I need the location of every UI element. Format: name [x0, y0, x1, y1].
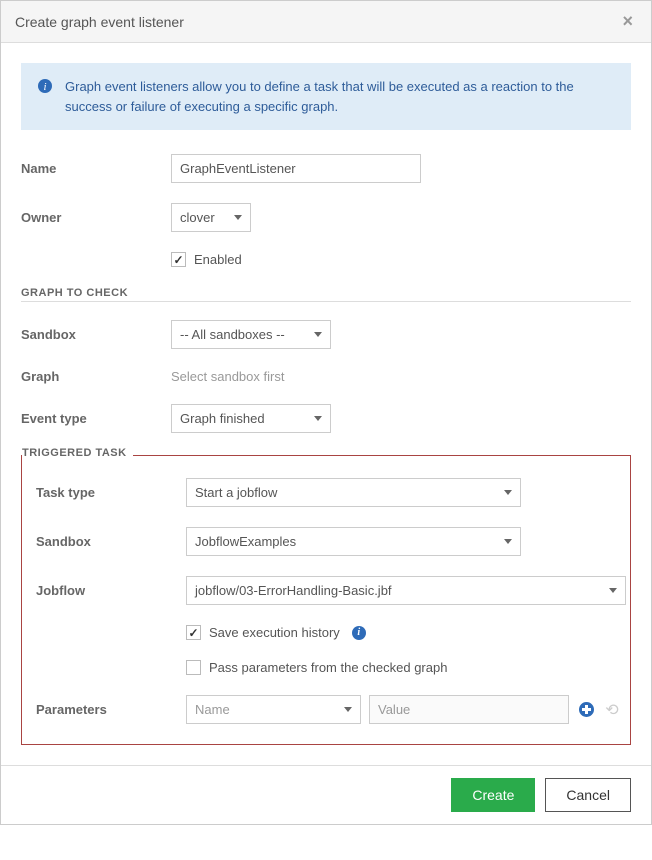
event-type-value: Graph finished	[180, 411, 265, 426]
jobflow-select[interactable]: jobflow/03-ErrorHandling-Basic.jbf	[186, 576, 626, 605]
chevron-down-icon	[609, 588, 617, 593]
graph-value: Select sandbox first	[171, 369, 284, 384]
row-event-type: Event type Graph finished	[21, 404, 631, 433]
enabled-checkbox[interactable]	[171, 252, 186, 267]
task-type-value: Start a jobflow	[195, 485, 277, 500]
row-name: Name	[21, 154, 631, 183]
row-task-sandbox: Sandbox JobflowExamples	[36, 527, 616, 556]
chevron-down-icon	[314, 416, 322, 421]
task-type-label: Task type	[36, 485, 186, 500]
task-type-select[interactable]: Start a jobflow	[186, 478, 521, 507]
row-pass-params: Pass parameters from the checked graph	[36, 660, 616, 675]
cancel-button[interactable]: Cancel	[545, 778, 631, 812]
owner-label: Owner	[21, 210, 171, 225]
row-owner: Owner clover	[21, 203, 631, 232]
create-button[interactable]: Create	[451, 778, 535, 812]
graph-sandbox-select[interactable]: -- All sandboxes --	[171, 320, 331, 349]
param-value-input[interactable]	[369, 695, 569, 724]
close-button[interactable]: ×	[618, 11, 637, 32]
row-graph: Graph Select sandbox first	[21, 369, 631, 384]
enabled-label: Enabled	[194, 252, 242, 267]
owner-select[interactable]: clover	[171, 203, 251, 232]
svg-text:i: i	[43, 81, 46, 93]
save-history-checkbox[interactable]	[186, 625, 201, 640]
graph-label: Graph	[21, 369, 171, 384]
info-icon: i	[37, 77, 53, 97]
chevron-down-icon	[344, 707, 352, 712]
chevron-down-icon	[504, 490, 512, 495]
jobflow-value: jobflow/03-ErrorHandling-Basic.jbf	[195, 583, 392, 598]
chevron-down-icon	[234, 215, 242, 220]
graph-sandbox-label: Sandbox	[21, 327, 171, 342]
event-type-select[interactable]: Graph finished	[171, 404, 331, 433]
jobflow-label: Jobflow	[36, 583, 186, 598]
info-icon[interactable]: i	[352, 626, 366, 640]
owner-value: clover	[180, 210, 215, 225]
reset-parameter-button[interactable]: ⟲	[603, 701, 621, 719]
row-jobflow: Jobflow jobflow/03-ErrorHandling-Basic.j…	[36, 576, 616, 605]
section-graph-header: GRAPH TO CHECK	[21, 287, 631, 302]
event-type-label: Event type	[21, 411, 171, 426]
name-label: Name	[21, 161, 171, 176]
plus-icon	[579, 702, 594, 717]
pass-params-label: Pass parameters from the checked graph	[209, 660, 447, 675]
task-sandbox-label: Sandbox	[36, 534, 186, 549]
name-input[interactable]	[171, 154, 421, 183]
parameters-label: Parameters	[36, 702, 186, 717]
pass-params-checkbox[interactable]	[186, 660, 201, 675]
chevron-down-icon	[314, 332, 322, 337]
task-sandbox-select[interactable]: JobflowExamples	[186, 527, 521, 556]
modal-title: Create graph event listener	[15, 14, 184, 30]
modal-footer: Create Cancel	[1, 765, 651, 824]
row-save-history: Save execution history i	[36, 625, 616, 640]
row-enabled: Enabled	[21, 252, 631, 267]
modal-header: Create graph event listener ×	[1, 1, 651, 43]
triggered-task-section: TRIGGERED TASK Task type Start a jobflow…	[21, 455, 631, 745]
task-sandbox-value: JobflowExamples	[195, 534, 296, 549]
row-graph-sandbox: Sandbox -- All sandboxes --	[21, 320, 631, 349]
create-listener-modal: Create graph event listener × i Graph ev…	[0, 0, 652, 825]
add-parameter-button[interactable]	[577, 701, 595, 719]
chevron-down-icon	[504, 539, 512, 544]
modal-body: i Graph event listeners allow you to def…	[1, 43, 651, 765]
info-panel: i Graph event listeners allow you to def…	[21, 63, 631, 130]
row-task-type: Task type Start a jobflow	[36, 478, 616, 507]
save-history-label: Save execution history	[209, 625, 340, 640]
param-name-select[interactable]: Name	[186, 695, 361, 724]
refresh-icon: ⟲	[605, 700, 618, 720]
row-parameters: Parameters Name ⟲	[36, 695, 616, 724]
info-text: Graph event listeners allow you to defin…	[65, 77, 615, 116]
close-icon: ×	[622, 11, 633, 31]
graph-sandbox-value: -- All sandboxes --	[180, 327, 285, 342]
param-name-placeholder: Name	[195, 702, 230, 717]
section-task-header: TRIGGERED TASK	[22, 447, 133, 459]
